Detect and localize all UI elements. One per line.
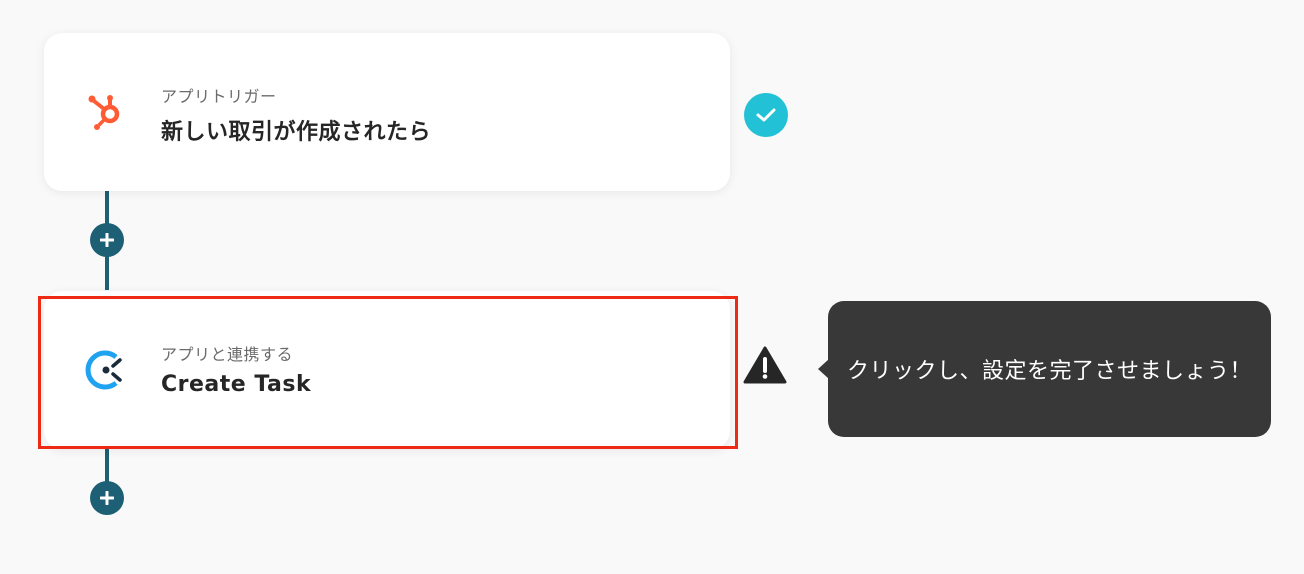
plus-icon xyxy=(100,491,114,505)
hubspot-icon xyxy=(82,88,130,136)
flow-step-trigger-card[interactable]: アプリトリガー 新しい取引が作成されたら xyxy=(44,33,730,191)
step-subtitle: アプリと連携する xyxy=(161,345,294,364)
step-title: Create Task xyxy=(161,372,312,397)
step-title: 新しい取引が作成されたら xyxy=(161,120,432,145)
clickup-icon xyxy=(82,346,130,394)
flow-step-action-card[interactable]: アプリと連携する Create Task xyxy=(44,291,730,449)
step-subtitle: アプリトリガー xyxy=(161,87,277,106)
plus-icon xyxy=(100,233,114,247)
warning-icon xyxy=(743,345,787,385)
add-step-button[interactable] xyxy=(90,223,124,257)
flow-canvas: アプリトリガー 新しい取引が作成されたら アプリと連携する Create Tas… xyxy=(0,0,1304,574)
add-step-button[interactable] xyxy=(90,481,124,515)
check-icon xyxy=(744,93,788,137)
tooltip-text: クリックし、設定を完了させましょう！ xyxy=(846,359,1252,384)
hint-tooltip: クリックし、設定を完了させましょう！ xyxy=(828,301,1271,437)
